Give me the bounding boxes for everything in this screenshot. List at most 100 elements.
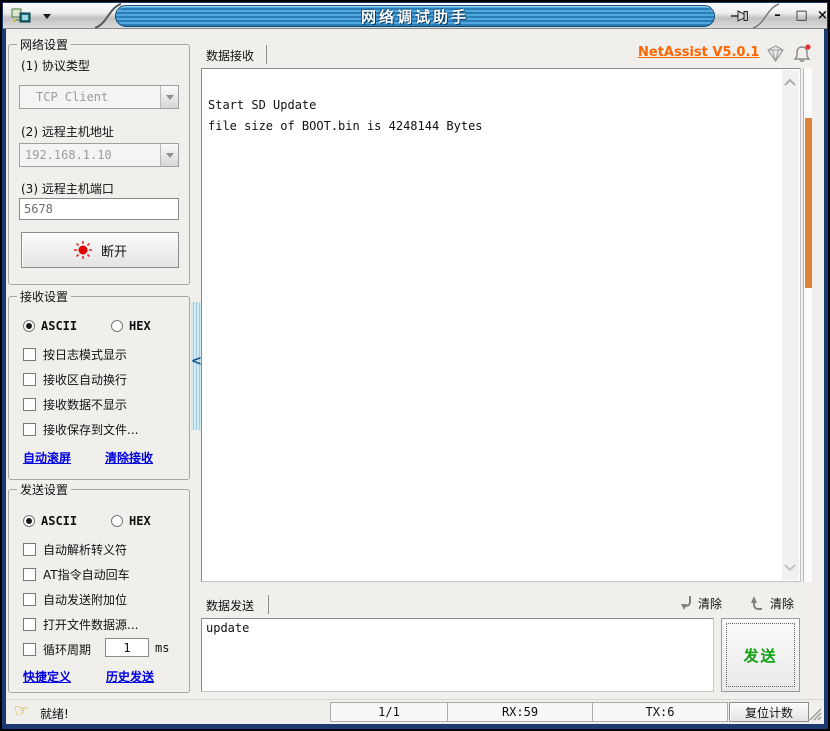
edge-scrollbar-thumb[interactable] — [805, 118, 812, 288]
page-indicator: 1/1 — [330, 702, 448, 722]
version-link[interactable]: NetAssist V5.0.1 — [638, 45, 759, 60]
chevron-down-icon — [165, 95, 174, 104]
log-mode-checkbox[interactable]: 按日志模式显示 — [23, 346, 127, 363]
auto-scroll-link[interactable]: 自动滚屏 — [23, 449, 71, 466]
radio-selected-icon — [23, 515, 35, 527]
pin-button[interactable] — [729, 7, 753, 25]
parse-escape-checkbox[interactable]: 自动解析转义符 — [23, 541, 127, 558]
protocol-type-label: (1) 协议类型 — [21, 59, 90, 73]
tab-divider — [268, 595, 269, 614]
remote-host-select[interactable]: 192.168.1.10 — [19, 143, 179, 167]
network-settings-title: 网络设置 — [17, 36, 72, 53]
netassist-window: 网络调试助手 – □ × 网络设置 (1) 协议类型 TCP Client (2… — [0, 0, 830, 731]
recv-hex-radio[interactable]: HEX — [111, 319, 151, 333]
title-pill: 网络调试助手 — [115, 5, 715, 27]
checkbox-icon — [23, 593, 36, 606]
remote-host-value: 192.168.1.10 — [25, 148, 112, 162]
checkbox-icon — [23, 398, 36, 411]
save-to-file-checkbox[interactable]: 接收保存到文件... — [23, 421, 138, 438]
quick-define-link[interactable]: 快捷定义 — [23, 668, 71, 685]
checkbox-icon — [23, 348, 36, 361]
pointing-hand-icon: ☞ — [14, 701, 30, 721]
tab-divider — [266, 45, 267, 64]
remote-port-input[interactable] — [19, 198, 179, 220]
maximize-button[interactable]: □ — [792, 7, 811, 25]
send-hex-radio[interactable]: HEX — [111, 514, 151, 528]
clear-receive-button[interactable]: 清除 — [676, 594, 722, 612]
diamond-icon[interactable] — [764, 43, 787, 64]
send-button-focus-ring: 发送 — [726, 623, 795, 687]
app-menu-caret-icon[interactable] — [43, 14, 51, 23]
reset-count-button[interactable]: 复位计数 — [729, 702, 809, 722]
collapse-left-icon: < — [191, 354, 202, 369]
arrow-down-elbow-icon — [681, 596, 691, 610]
clear-send-label: 清除 — [770, 596, 795, 611]
send-settings-group: 发送设置 ASCII HEX 自动解析转义符 AT指令自动回车 自动发送附加位 … — [8, 481, 190, 693]
hide-recv-data-checkbox[interactable]: 接收数据不显示 — [23, 396, 127, 413]
rx-counter: RX:59 — [447, 702, 593, 722]
connection-status-icon — [73, 241, 92, 259]
scroll-down-icon[interactable] — [783, 564, 797, 572]
resize-grip[interactable] — [806, 705, 822, 721]
close-button[interactable]: × — [813, 7, 830, 25]
history-send-link[interactable]: 历史发送 — [106, 668, 154, 685]
send-ascii-label: ASCII — [41, 514, 78, 528]
recv-hex-label: HEX — [129, 319, 151, 333]
remote-port-label: (3) 远程主机端口 — [21, 182, 114, 196]
receive-settings-group: 接收设置 ASCII HEX 按日志模式显示 接收区自动换行 接收数据不显示 接… — [8, 288, 190, 480]
title-bar[interactable]: 网络调试助手 – □ × — [3, 3, 830, 29]
recv-ascii-label: ASCII — [41, 319, 78, 333]
send-ascii-radio[interactable]: ASCII — [23, 514, 77, 528]
protocol-type-value: TCP Client — [36, 90, 109, 104]
receive-scrollbar[interactable] — [782, 70, 799, 580]
network-settings-group: 网络设置 (1) 协议类型 TCP Client (2) 远程主机地址 192.… — [8, 36, 190, 285]
host-dropdown-button[interactable] — [160, 144, 178, 166]
clear-receive-link[interactable]: 清除接收 — [105, 449, 153, 466]
clear-receive-label: 清除 — [698, 596, 723, 611]
tab-data-receive[interactable]: 数据接收 — [206, 47, 254, 64]
cycle-period-checkbox[interactable]: 循环周期 — [23, 641, 91, 658]
receive-content: Start SD Update file size of BOOT.bin is… — [208, 98, 483, 133]
data-receive-display[interactable]: Start SD Update file size of BOOT.bin is… — [201, 68, 801, 582]
checkbox-icon — [23, 373, 36, 386]
send-hex-label: HEX — [129, 514, 151, 528]
auto-send-bits-checkbox[interactable]: 自动发送附加位 — [23, 591, 127, 608]
panel-splitter[interactable]: < — [191, 302, 202, 430]
checkbox-icon — [23, 543, 36, 556]
disconnect-button[interactable]: 断开 — [21, 232, 179, 268]
receive-settings-title: 接收设置 — [17, 288, 72, 305]
checkbox-icon — [23, 643, 36, 656]
notification-bell-icon[interactable] — [792, 43, 813, 64]
window-title: 网络调试助手 — [360, 7, 469, 26]
checkbox-icon — [23, 568, 36, 581]
send-button-label: 发送 — [743, 646, 778, 665]
status-ready-text: 就绪! — [40, 707, 69, 721]
radio-selected-icon — [23, 320, 35, 332]
send-data-input[interactable]: update — [201, 618, 714, 692]
scroll-up-icon[interactable] — [783, 78, 797, 86]
cycle-unit-label: ms — [155, 641, 170, 655]
auto-wrap-checkbox[interactable]: 接收区自动换行 — [23, 371, 127, 388]
disconnect-button-label: 断开 — [100, 244, 127, 260]
arrow-up-elbow-icon — [751, 596, 762, 610]
clear-send-button[interactable]: 清除 — [748, 594, 794, 612]
recv-ascii-radio[interactable]: ASCII — [23, 319, 77, 333]
checkbox-icon — [23, 423, 36, 436]
file-source-checkbox[interactable]: 打开文件数据源... — [23, 616, 138, 633]
tab-data-send[interactable]: 数据发送 — [206, 597, 254, 614]
app-network-icon[interactable] — [10, 6, 34, 26]
protocol-dropdown-button[interactable] — [160, 86, 178, 108]
chevron-down-icon — [165, 153, 174, 162]
at-cmd-checkbox[interactable]: AT指令自动回车 — [23, 566, 130, 583]
cycle-period-input[interactable] — [105, 638, 149, 657]
send-button[interactable]: 发送 — [721, 618, 800, 692]
minimize-button[interactable]: – — [768, 7, 787, 25]
protocol-type-select[interactable]: TCP Client — [19, 85, 179, 109]
radio-unselected-icon — [111, 320, 123, 332]
status-bar: ☞ 就绪! 1/1 RX:59 TX:6 复位计数 — [6, 699, 824, 724]
checkbox-icon — [23, 618, 36, 631]
tx-counter: TX:6 — [592, 702, 728, 722]
send-settings-title: 发送设置 — [17, 481, 72, 498]
edge-scrollbar-track[interactable] — [803, 68, 812, 582]
radio-unselected-icon — [111, 515, 123, 527]
